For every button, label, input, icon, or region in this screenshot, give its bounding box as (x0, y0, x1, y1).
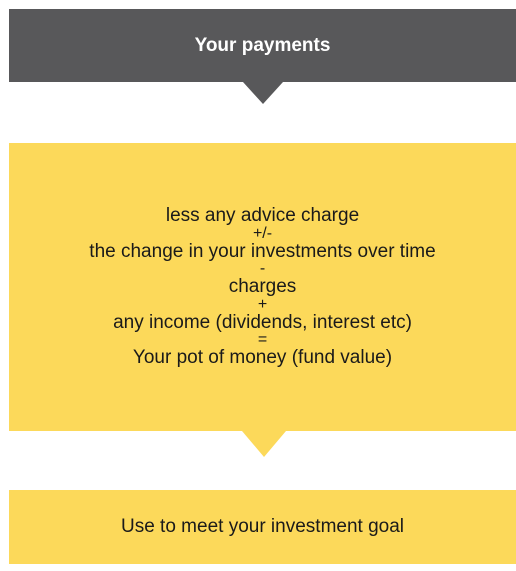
minus-operator: - (259, 260, 266, 278)
your-payments-label: Your payments (194, 34, 331, 56)
plus-operator: + (257, 295, 268, 313)
fund-value-line: Your pot of money (fund value) (132, 347, 393, 369)
calculation-box: less any advice charge +/- the change in… (9, 143, 516, 431)
investment-goal-label: Use to meet your investment goal (120, 516, 405, 537)
investment-goal-box: Use to meet your investment goal (9, 490, 516, 564)
arrow-down-icon (243, 82, 283, 104)
income-line: any income (dividends, interest etc) (113, 311, 412, 333)
arrow-down-icon (242, 431, 286, 457)
charges-line: charges (228, 276, 297, 298)
plus-minus-operator: +/- (252, 224, 273, 242)
advice-charge-line: less any advice charge (165, 205, 360, 227)
your-payments-box: Your payments (9, 9, 516, 82)
equals-operator: = (257, 331, 268, 349)
investment-change-line: the change in your investments over time (89, 240, 436, 262)
